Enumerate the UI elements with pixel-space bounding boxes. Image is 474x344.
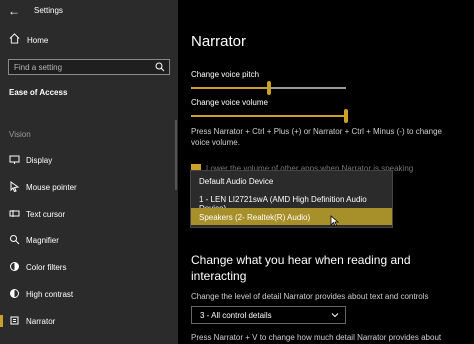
sidebar-item-high-contrast[interactable]: High contrast xyxy=(0,284,178,304)
volume-slider-fill xyxy=(191,115,346,117)
search-placeholder: Find a setting xyxy=(14,63,63,72)
home-icon xyxy=(9,33,20,44)
audio-option-monitor[interactable]: 1 - LEN LI2721swA (AMD High Definition A… xyxy=(191,190,392,213)
sidebar-item-label: Narrator xyxy=(26,317,56,326)
chevron-down-icon xyxy=(331,313,339,318)
home-label: Home xyxy=(27,36,49,45)
sidebar-item-display[interactable]: Display xyxy=(0,150,178,170)
sidebar-item-label: Text cursor xyxy=(26,210,66,219)
sidebar-item-narrator[interactable]: Narrator xyxy=(0,311,178,331)
pitch-slider-thumb[interactable] xyxy=(266,81,271,95)
color-filters-icon xyxy=(10,262,19,271)
narrator-icon xyxy=(10,316,19,325)
sidebar-item-text-cursor[interactable]: Text cursor xyxy=(0,204,178,224)
sidebar-item-label: Magnifier xyxy=(26,236,59,245)
pitch-label: Change voice pitch xyxy=(191,70,260,79)
audio-option-default[interactable]: Default Audio Device xyxy=(191,172,392,189)
search-input[interactable]: Find a setting xyxy=(8,59,170,75)
section-heading: Change what you hear when reading and in… xyxy=(191,253,411,283)
high-contrast-icon xyxy=(10,289,19,298)
sidebar-item-color-filters[interactable]: Color filters xyxy=(0,257,178,277)
display-icon xyxy=(9,155,20,164)
back-arrow-icon[interactable]: ← xyxy=(8,4,20,18)
sidebar-item-label: High contrast xyxy=(26,290,74,299)
volume-slider-thumb[interactable] xyxy=(344,109,348,123)
audio-device-dropdown[interactable]: Default Audio Device 1 - LEN LI2721swA (… xyxy=(190,170,393,228)
pitch-slider-fill xyxy=(191,87,269,89)
search-icon xyxy=(155,62,165,72)
sidebar-item-label: Display xyxy=(26,156,53,165)
sidebar-item-magnifier[interactable]: Magnifier xyxy=(0,230,178,250)
detail-level-value: 3 - All control details xyxy=(200,311,272,320)
sidebar-scrollbar[interactable] xyxy=(175,120,177,190)
sidebar-item-label: Color filters xyxy=(26,263,67,272)
volume-description: Press Narrator + Ctrl + Plus (+) or Narr… xyxy=(191,127,442,147)
volume-slider[interactable] xyxy=(191,109,348,123)
audio-option-label: Default Audio Device xyxy=(199,177,274,186)
group-label: Vision xyxy=(9,130,31,139)
audio-option-speakers[interactable]: Speakers (2- Realtek(R) Audio) xyxy=(191,208,392,225)
title-bar: ← Settings xyxy=(0,0,178,20)
sidebar: ← Settings Home Find a setting Ease of A… xyxy=(0,0,178,344)
detail-level-select[interactable]: 3 - All control details xyxy=(191,306,346,324)
sidebar-item-mouse-pointer[interactable]: Mouse pointer xyxy=(0,177,178,197)
volume-label: Change voice volume xyxy=(191,98,268,107)
mouse-pointer-icon xyxy=(10,181,20,192)
section-title: Ease of Access xyxy=(9,88,68,97)
pitch-slider[interactable] xyxy=(191,81,346,95)
audio-option-label: Speakers (2- Realtek(R) Audio) xyxy=(199,213,311,222)
app-title: Settings xyxy=(34,6,63,15)
text-cursor-icon xyxy=(9,210,20,217)
mouse-cursor-icon xyxy=(330,215,339,227)
page-title: Narrator xyxy=(191,33,247,50)
sidebar-item-label: Mouse pointer xyxy=(26,183,77,192)
magnifier-icon xyxy=(10,235,20,245)
detail-label: Change the level of detail Narrator prov… xyxy=(191,292,429,301)
detail-hint: Press Narrator + V to change how much de… xyxy=(191,333,442,342)
home-nav[interactable]: Home xyxy=(0,30,178,50)
